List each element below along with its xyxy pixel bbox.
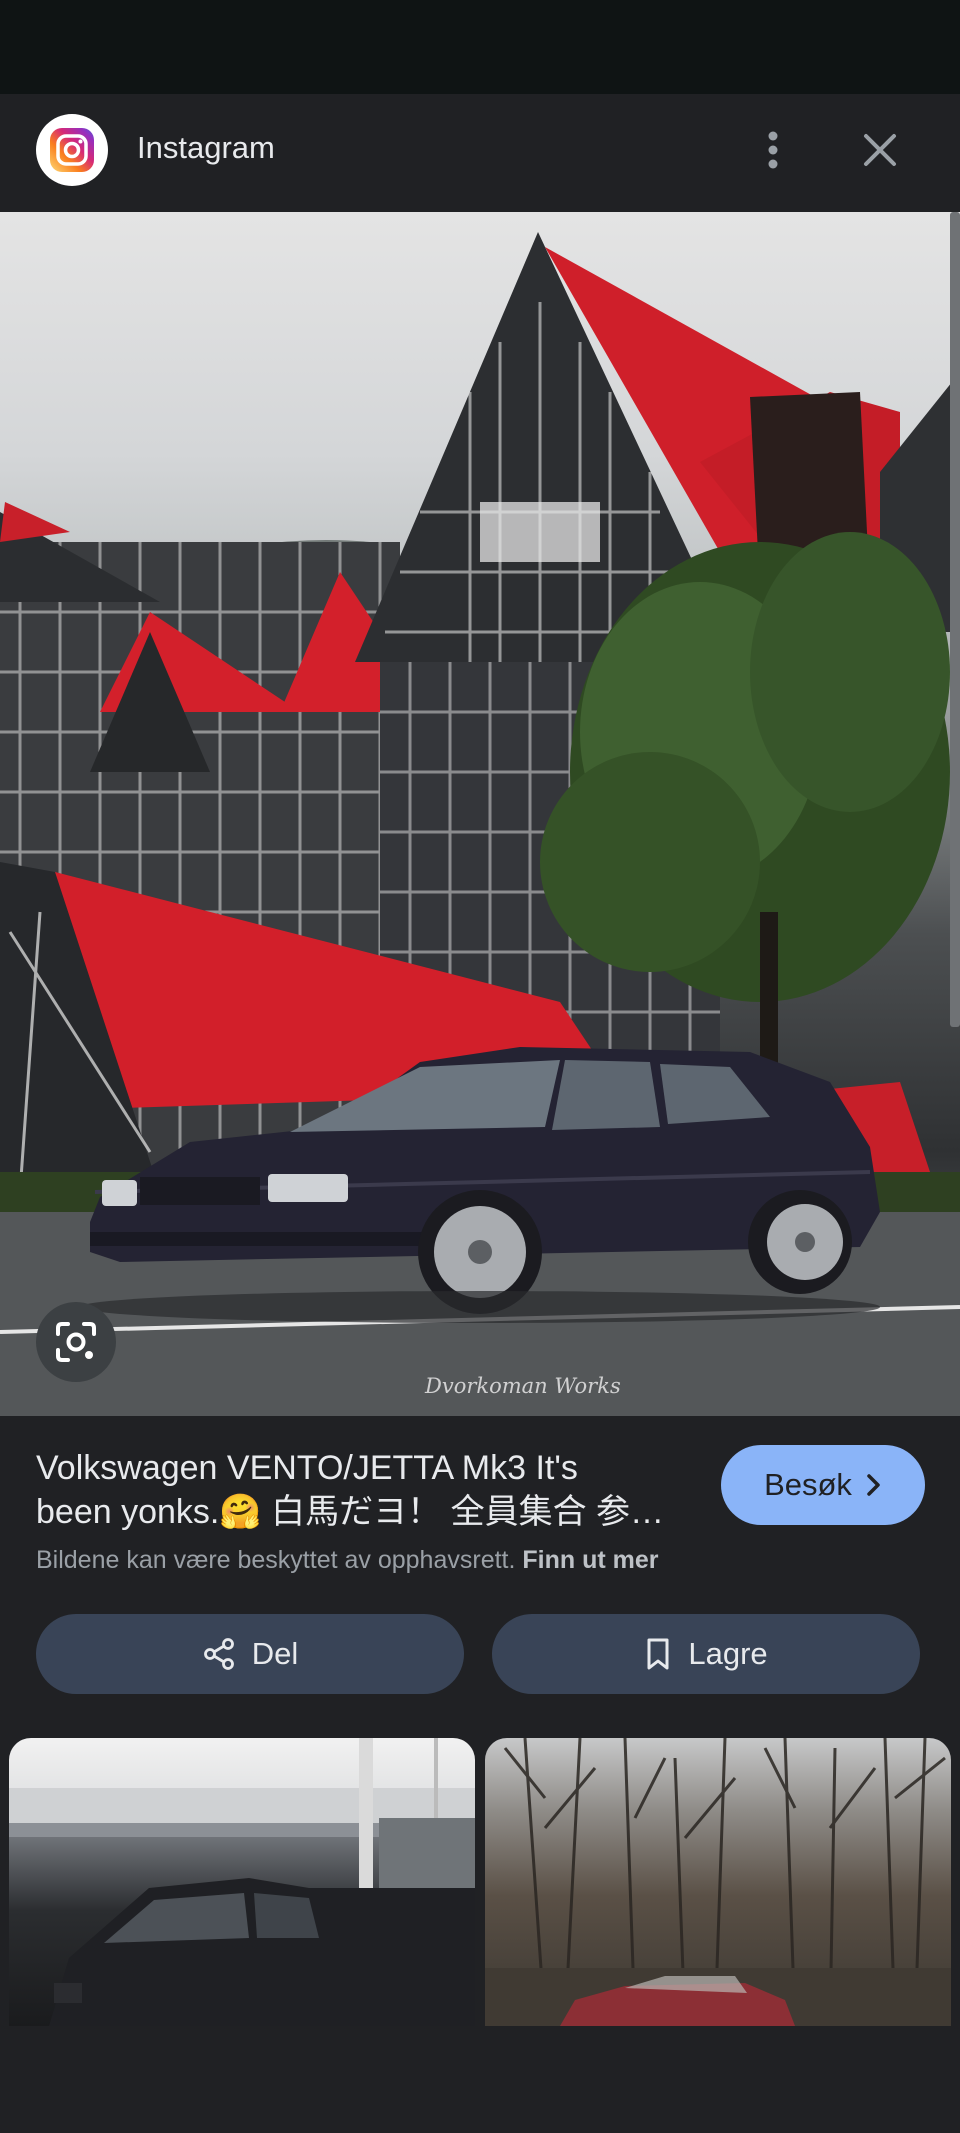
- related-image-1-illustration: [9, 1738, 475, 2026]
- share-button[interactable]: Del: [36, 1614, 464, 1694]
- bookmark-icon: [647, 1638, 669, 1670]
- related-image-2[interactable]: [485, 1738, 951, 2026]
- share-icon: [203, 1638, 234, 1670]
- share-label: Del: [251, 1636, 299, 1671]
- header: Instagram: [0, 94, 960, 210]
- chevron-right-icon: [867, 1474, 880, 1496]
- learn-more-link[interactable]: Finn ut mer: [522, 1546, 658, 1574]
- visit-button[interactable]: Besøk: [721, 1445, 925, 1525]
- more-vert-icon: [768, 131, 778, 169]
- save-button[interactable]: Lagre: [492, 1614, 920, 1694]
- bottom-area: [0, 2026, 960, 2133]
- visit-label: Besøk: [764, 1467, 852, 1502]
- related-image-1[interactable]: [9, 1738, 475, 2026]
- scrollbar-thumb[interactable]: [950, 212, 960, 1027]
- copyright-notice: Bildene kan være beskyttet av opphavsret…: [36, 1546, 659, 1575]
- copyright-text: Bildene kan være beskyttet av opphavsret…: [36, 1546, 516, 1574]
- image-watermark: Dvorkoman Works: [425, 1374, 621, 1398]
- related-image-2-illustration: [485, 1738, 951, 2026]
- save-label: Lagre: [688, 1636, 768, 1671]
- result-image[interactable]: Dvorkoman Works: [0, 212, 960, 1416]
- result-title-line1: Volkswagen VENTO/JETTA Mk3 It's: [36, 1449, 578, 1487]
- lens-search-button[interactable]: [36, 1302, 116, 1382]
- close-button[interactable]: [852, 122, 908, 178]
- source-name: Instagram: [137, 130, 275, 165]
- hero-illustration: [0, 232, 960, 1416]
- close-icon: [864, 134, 896, 166]
- result-title-line2: been yonks.🤗 白馬だヨ！ 全員集合 参…: [36, 1493, 665, 1531]
- more-options-button[interactable]: [745, 122, 801, 178]
- instagram-logo-icon: [36, 114, 108, 186]
- status-bar: [0, 0, 960, 94]
- lens-icon: [56, 1322, 96, 1362]
- result-title[interactable]: Volkswagen VENTO/JETTA Mk3 It's been yon…: [36, 1446, 696, 1534]
